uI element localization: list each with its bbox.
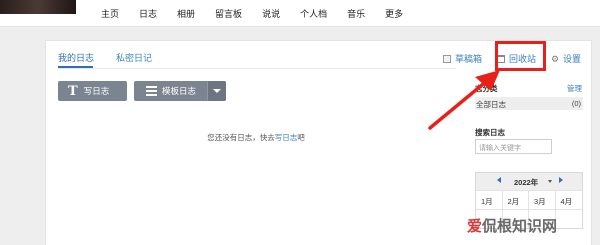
calendar-month[interactable]: 3月 xyxy=(529,190,556,209)
drafts-icon xyxy=(443,54,451,63)
calendar-month[interactable]: 1月 xyxy=(476,190,503,209)
drafts-label: 草稿箱 xyxy=(455,54,483,64)
nav-more[interactable]: 更多 xyxy=(385,7,403,20)
template-dropdown-button[interactable] xyxy=(207,81,226,101)
all-blogs-row[interactable]: 全部日志 (0) xyxy=(475,97,583,110)
tabs-divider xyxy=(58,68,456,69)
empty-state-message: 您还没有日志，快去写日志吧 xyxy=(46,132,466,143)
main-nav: 主页 日志 相册 留言板 说说 个人档 音乐 更多 xyxy=(101,7,423,20)
gear-icon: ⚙ xyxy=(551,53,560,64)
header-banner-image xyxy=(0,0,76,14)
nav-moments[interactable]: 说说 xyxy=(262,7,280,20)
chevron-down-icon xyxy=(213,89,221,93)
watermark-accent: 爱 xyxy=(467,218,483,235)
empty-state-suffix: 吧 xyxy=(297,133,305,142)
manage-link[interactable]: 管理 xyxy=(567,83,582,94)
calendar-year[interactable]: 2022年 xyxy=(514,177,538,188)
template-grid-icon xyxy=(146,86,157,96)
watermark-text: 侃根知识网 xyxy=(482,218,558,235)
nav-blog[interactable]: 日志 xyxy=(139,7,157,20)
all-blogs-count: (0) xyxy=(571,99,581,108)
calendar-month[interactable] xyxy=(555,209,582,228)
calendar-month[interactable]: 2月 xyxy=(502,190,529,209)
write-blog-button[interactable]: T 写日志 xyxy=(58,81,127,101)
tab-private-diary[interactable]: 私密日记 xyxy=(116,51,152,64)
calendar-prev-icon[interactable] xyxy=(497,177,501,183)
settings-link[interactable]: ⚙ 设置 xyxy=(551,52,581,65)
empty-state-write-link[interactable]: 写日志 xyxy=(275,133,298,142)
template-blog-label: 模板日志 xyxy=(162,86,197,96)
text-T-icon: T xyxy=(68,83,78,99)
all-blogs-label: 全部日志 xyxy=(476,100,506,109)
calendar-month[interactable]: 4月 xyxy=(555,190,582,209)
nav-guestbook[interactable]: 留言板 xyxy=(215,7,242,20)
nav-album[interactable]: 相册 xyxy=(177,7,195,20)
watermark: 爱侃根知识网 xyxy=(467,215,557,236)
top-navigation-bar: 主页 日志 相册 留言板 说说 个人档 音乐 更多 xyxy=(0,0,600,27)
calendar-next-icon[interactable] xyxy=(559,177,563,183)
calendar-month-row: 1月 2月 3月 4月 xyxy=(476,190,582,209)
year-dropdown-icon[interactable] xyxy=(548,180,552,183)
recycle-bin-highlight xyxy=(495,41,546,71)
drafts-link[interactable]: 草稿箱 xyxy=(443,52,482,65)
nav-profile[interactable]: 个人档 xyxy=(300,7,327,20)
search-input[interactable]: 请输入关键字 xyxy=(475,139,552,154)
calendar-header: 2022年 xyxy=(476,173,582,190)
settings-label: 设置 xyxy=(563,54,582,64)
write-blog-label: 写日志 xyxy=(83,86,110,96)
empty-state-prefix: 您还没有日志，快去 xyxy=(207,133,275,142)
nav-music[interactable]: 音乐 xyxy=(347,7,365,20)
search-title: 搜索日志 xyxy=(475,128,505,137)
tab-my-blog[interactable]: 我的日志 xyxy=(58,51,94,64)
nav-home[interactable]: 主页 xyxy=(101,7,119,20)
